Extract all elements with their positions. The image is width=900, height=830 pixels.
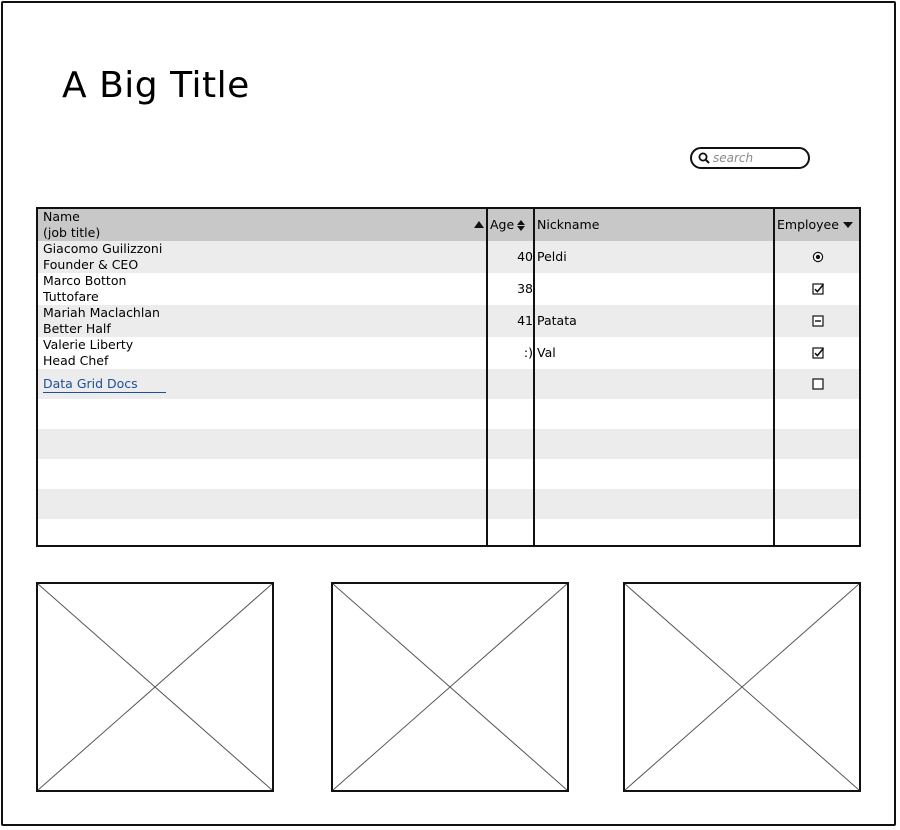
image-placeholder [623, 582, 861, 792]
nickname-value: Val [537, 345, 556, 360]
employee-cell [776, 305, 859, 337]
name-cell: Valerie Liberty Head Chef [43, 337, 483, 369]
nickname-cell [537, 273, 773, 305]
name-header-sublabel: (job title) [43, 225, 101, 240]
empty-table-row [38, 519, 859, 545]
checkbox-indeterminate-icon[interactable] [811, 315, 824, 327]
age-cell: :) [489, 337, 533, 369]
nickname-value: Peldi [537, 249, 567, 264]
person-name: Marco Botton [43, 273, 127, 288]
name-cell: Marco Botton Tuttofare [43, 273, 483, 305]
sort-toggle-icon[interactable] [517, 219, 526, 231]
table-row[interactable]: Marco Botton Tuttofare 38 [38, 273, 859, 305]
search-box[interactable] [690, 147, 810, 169]
data-grid: Name (job title) Age Nickname Employee G… [36, 207, 861, 547]
nickname-cell: Peldi [537, 241, 773, 273]
sort-ascending-icon[interactable] [474, 221, 484, 228]
dropdown-icon[interactable] [842, 222, 853, 228]
name-cell: Giacomo Guilizzoni Founder & CEO [43, 241, 483, 273]
employee-header-label: Employee [777, 217, 839, 232]
age-cell: 38 [489, 273, 533, 305]
radio-selected-icon[interactable] [812, 251, 824, 263]
nickname-cell: Val [537, 337, 773, 369]
nickname-cell: Patata [537, 305, 773, 337]
nickname-column-header[interactable]: Nickname [537, 209, 773, 241]
column-divider[interactable] [533, 209, 535, 545]
image-placeholder [331, 582, 569, 792]
job-title: Tuttofare [43, 289, 99, 304]
job-title: Better Half [43, 321, 111, 336]
employee-column-header[interactable]: Employee [777, 209, 859, 241]
table-row[interactable]: Data Grid Docs [38, 369, 859, 399]
empty-table-row [38, 489, 859, 519]
person-name: Valerie Liberty [43, 337, 134, 352]
age-value: 40 [517, 249, 533, 264]
empty-table-row [38, 399, 859, 429]
person-name: Mariah Maclachlan [43, 305, 160, 320]
empty-table-row [38, 459, 859, 489]
name-column-header[interactable]: Name (job title) [43, 209, 483, 241]
name-header-label: Name [43, 209, 80, 224]
nickname-cell [537, 369, 773, 399]
table-row[interactable]: Giacomo Guilizzoni Founder & CEO 40 Peldi [38, 241, 859, 273]
job-title: Founder & CEO [43, 257, 139, 272]
age-column-header[interactable]: Age [490, 209, 534, 241]
page-title: A Big Title [62, 65, 250, 106]
employee-cell [776, 273, 859, 305]
age-cell [489, 369, 533, 399]
person-name: Giacomo Guilizzoni [43, 241, 163, 256]
empty-table-row [38, 429, 859, 459]
checkbox-unchecked-icon[interactable] [811, 378, 824, 390]
job-title: Head Chef [43, 353, 109, 368]
name-cell: Mariah Maclachlan Better Half [43, 305, 483, 337]
employee-cell [776, 337, 859, 369]
search-input[interactable] [710, 151, 803, 165]
column-divider[interactable] [773, 209, 775, 545]
grid-header: Name (job title) Age Nickname Employee [38, 209, 859, 241]
age-cell: 41 [489, 305, 533, 337]
checkbox-checked-icon[interactable] [811, 347, 824, 359]
data-grid-docs-link[interactable]: Data Grid Docs [43, 376, 166, 393]
age-header-label: Age [490, 217, 515, 232]
table-row[interactable]: Mariah Maclachlan Better Half 41 Patata [38, 305, 859, 337]
nickname-header-label: Nickname [537, 217, 600, 232]
column-divider[interactable] [486, 209, 488, 545]
image-placeholder [36, 582, 274, 792]
age-cell: 40 [489, 241, 533, 273]
employee-cell [776, 369, 859, 399]
checkbox-checked-icon[interactable] [811, 283, 824, 295]
name-cell: Data Grid Docs [43, 369, 483, 399]
nickname-value: Patata [537, 313, 577, 328]
table-row[interactable]: Valerie Liberty Head Chef:) Val [38, 337, 859, 369]
age-value: :) [523, 345, 533, 360]
search-icon [698, 149, 710, 168]
employee-cell [776, 241, 859, 273]
age-value: 41 [517, 313, 533, 328]
age-value: 38 [517, 281, 533, 296]
